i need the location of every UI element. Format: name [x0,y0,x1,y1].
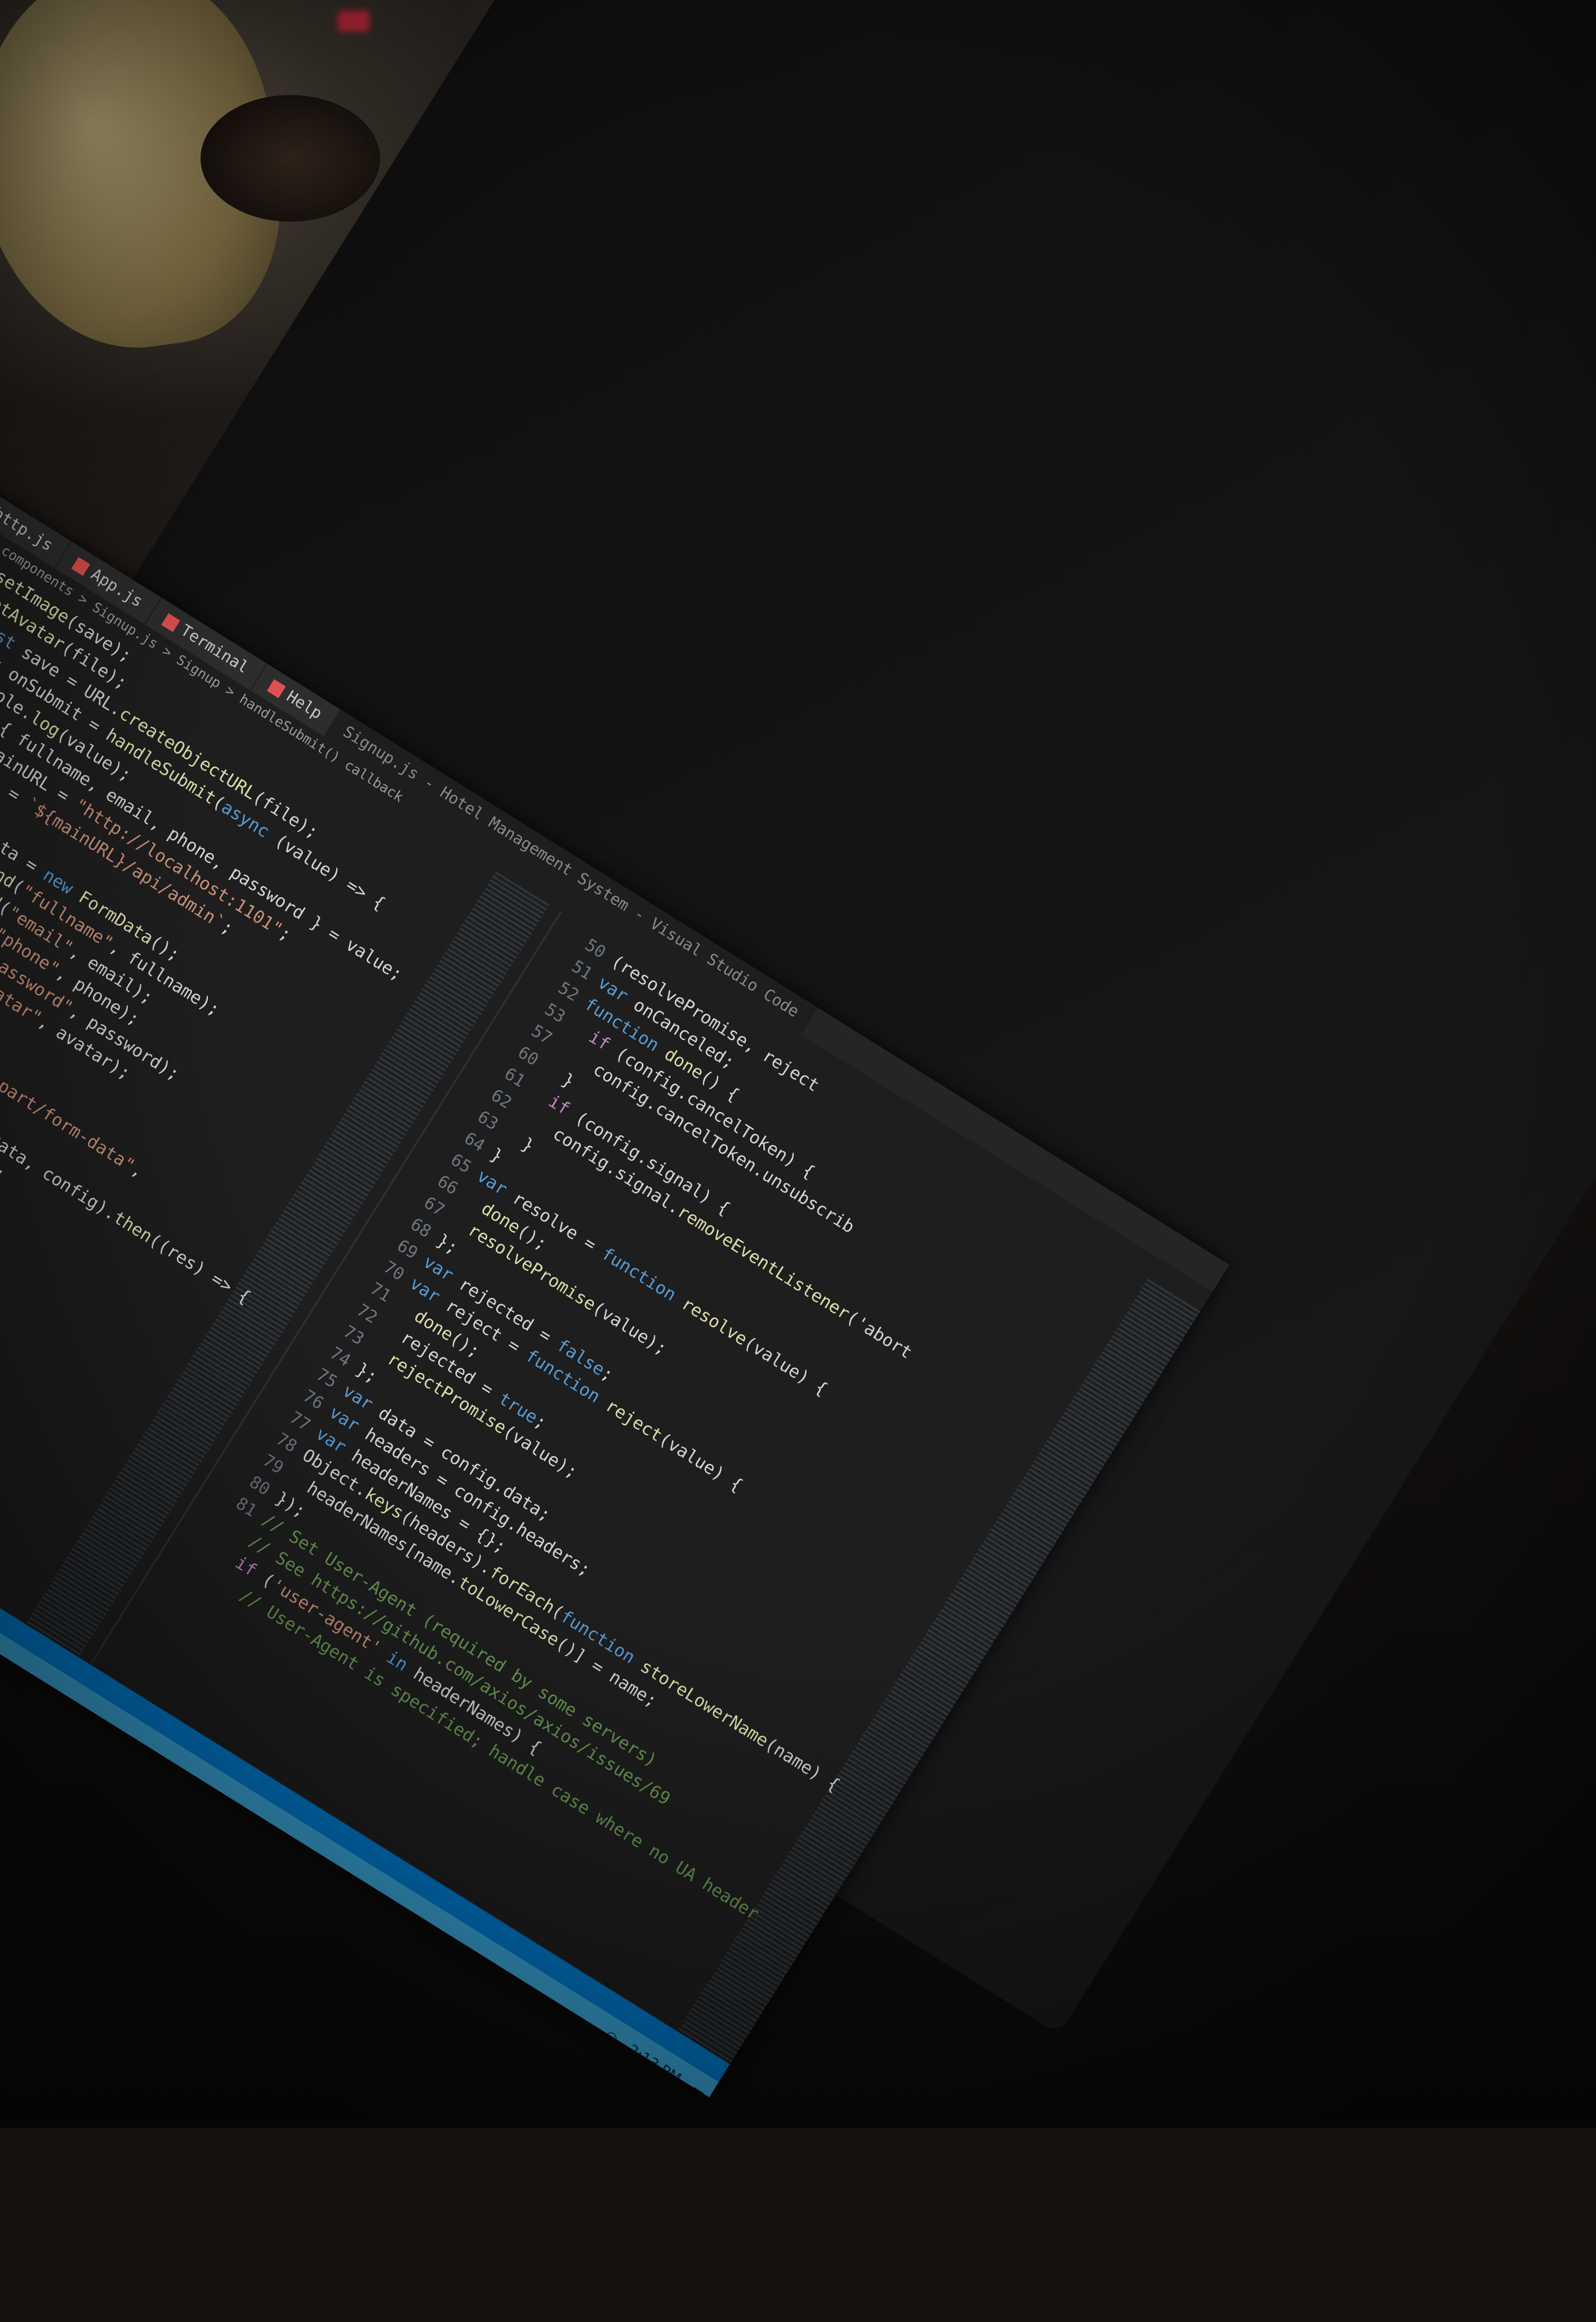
js-file-icon [161,613,180,632]
red-light [338,11,369,32]
person-in-background [201,95,380,222]
js-file-icon [71,557,91,576]
js-file-icon [267,679,286,698]
notification-icon[interactable]: ▭ [688,2080,709,2097]
wifi-icon[interactable]: ◠ [602,2026,622,2048]
